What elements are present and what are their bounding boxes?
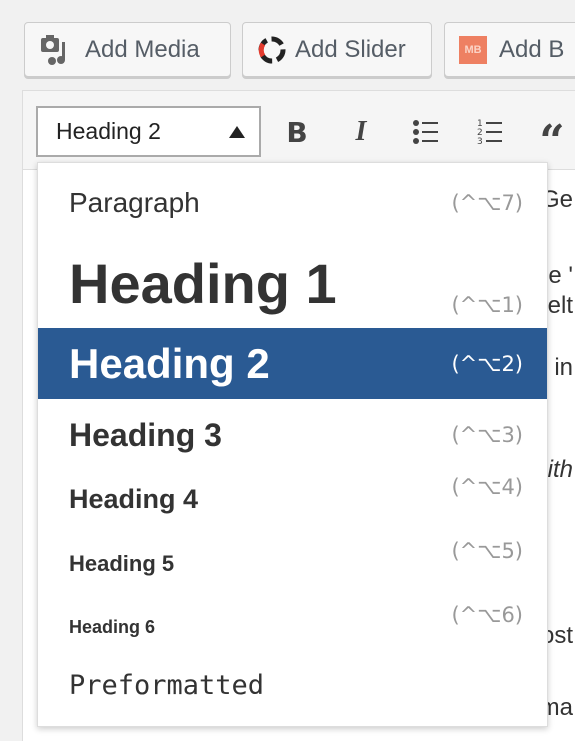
numbered-list-button[interactable]: 123: [472, 114, 508, 150]
editor-text: ith: [547, 456, 573, 483]
numbered-list-icon: 123: [477, 119, 502, 146]
menu-item-heading-4[interactable]: Heading 4 (^⌥4): [38, 475, 547, 523]
mb-icon: MB: [459, 35, 487, 64]
add-media-label: Add Media: [85, 35, 200, 63]
format-select[interactable]: Heading 2: [36, 106, 261, 157]
shortcut-label: (^⌥1): [451, 293, 523, 317]
svg-text:3: 3: [477, 137, 483, 146]
menu-item-paragraph[interactable]: Paragraph (^⌥7): [38, 175, 547, 231]
bold-icon: B: [286, 115, 308, 149]
menu-item-label: Paragraph: [69, 187, 200, 218]
menu-item-heading-6[interactable]: Heading 6 (^⌥6): [38, 603, 547, 645]
bullet-list-button[interactable]: [408, 114, 444, 150]
bullet-list-icon: [413, 120, 438, 144]
add-slider-label: Add Slider: [295, 35, 406, 63]
add-slider-button[interactable]: Add Slider: [242, 22, 432, 77]
menu-item-heading-3[interactable]: Heading 3 (^⌥3): [38, 409, 547, 461]
shortcut-label: (^⌥3): [451, 423, 523, 447]
shortcut-label: (^⌥4): [451, 475, 523, 499]
italic-button[interactable]: I: [343, 114, 379, 150]
menu-item-label: Heading 5: [69, 551, 175, 576]
add-b-label: Add B: [499, 35, 565, 63]
bold-button[interactable]: B: [279, 114, 315, 150]
menu-item-label: Preformatted: [69, 669, 265, 701]
editor-text: elt: [547, 292, 573, 319]
menu-item-label: Heading 6: [69, 616, 156, 637]
caret-up-icon: [229, 126, 245, 138]
menu-item-label: Heading 1: [69, 251, 337, 315]
shortcut-label: (^⌥6): [451, 603, 523, 627]
shortcut-label: (^⌥2): [451, 351, 523, 376]
blockquote-button[interactable]: “: [534, 114, 570, 167]
quote-icon: “: [539, 115, 565, 167]
italic-icon: I: [355, 116, 367, 147]
shortcut-label: (^⌥7): [451, 191, 523, 215]
menu-item-heading-1[interactable]: Heading 1 (^⌥1): [38, 239, 547, 327]
media-icon: [39, 34, 73, 66]
menu-item-heading-2[interactable]: Heading 2 (^⌥2): [38, 328, 547, 399]
editor-text: e ': [548, 262, 573, 289]
format-select-value: Heading 2: [56, 118, 161, 144]
add-b-button[interactable]: MB Add B: [444, 22, 575, 77]
menu-item-heading-5[interactable]: Heading 5 (^⌥5): [38, 539, 547, 585]
shortcut-label: (^⌥5): [451, 539, 523, 563]
menu-item-label: Heading 3: [69, 416, 222, 453]
format-dropdown-menu: Paragraph (^⌥7) Heading 1 (^⌥1) Heading 2 (…: [37, 162, 548, 727]
slider-icon: [257, 35, 287, 65]
menu-item-label: Heading 2: [69, 339, 270, 387]
menu-item-label: Heading 4: [69, 483, 199, 514]
menu-item-preformatted[interactable]: Preformatted: [38, 663, 547, 707]
add-media-button[interactable]: Add Media: [24, 22, 231, 77]
